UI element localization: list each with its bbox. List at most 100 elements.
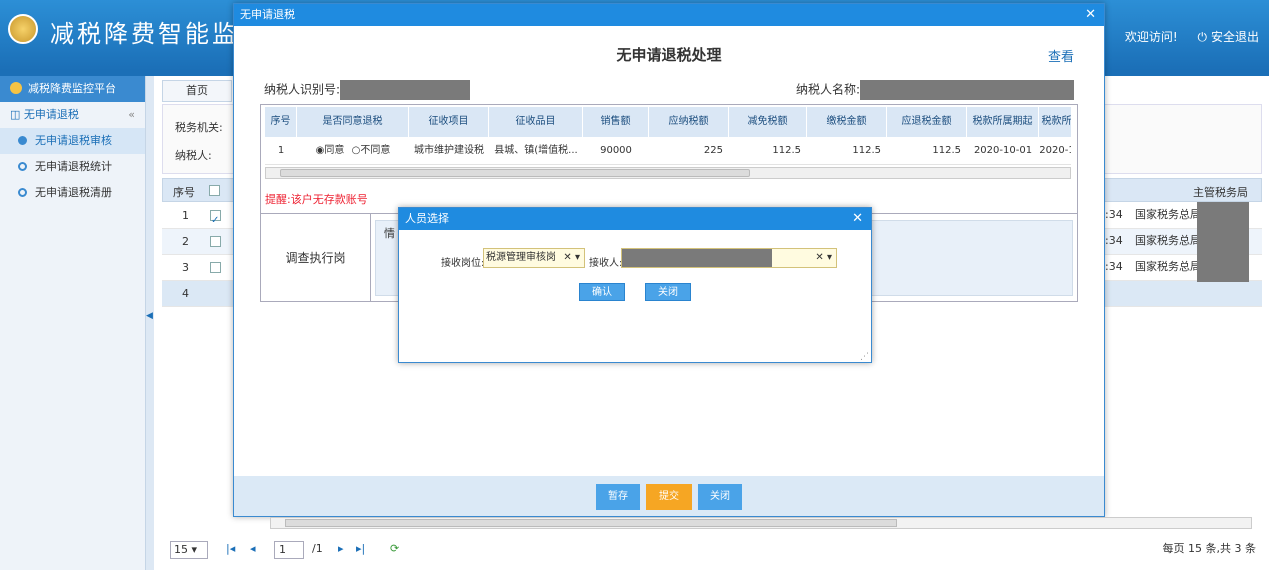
taxpayer-name-field: 纳税人名称: bbox=[796, 80, 1075, 100]
chevron-up-icon: « bbox=[128, 108, 135, 121]
receiver-combo[interactable]: ✕ ▾ bbox=[621, 248, 837, 268]
cell-payable: 225 bbox=[649, 137, 729, 165]
sidebar-item-register[interactable]: 无申请退税清册 bbox=[0, 180, 145, 206]
col-header: 税款所 bbox=[1039, 107, 1071, 137]
dialog-heading: 无申请退税处理 bbox=[616, 46, 722, 64]
grid-icon: ◫ bbox=[10, 108, 24, 121]
last-page-icon[interactable]: ▸| bbox=[356, 534, 365, 564]
bullet-icon bbox=[18, 188, 27, 197]
col-header: 序号 bbox=[265, 107, 297, 137]
taxpayer-id-label: 纳税人识别号: bbox=[264, 82, 341, 97]
col-header: 应退税金额 bbox=[887, 107, 967, 137]
row-time: :34 bbox=[1105, 260, 1123, 273]
confirm-button[interactable]: 确认 bbox=[579, 283, 625, 301]
select-all-checkbox[interactable] bbox=[209, 185, 220, 196]
row-seq: 2 bbox=[182, 235, 189, 248]
investigation-text: 情 bbox=[384, 227, 395, 240]
row-checkbox[interactable] bbox=[210, 208, 221, 234]
dialog-titlebar: 无申请退税 ✕ bbox=[234, 4, 1104, 26]
page-input[interactable]: 1 bbox=[274, 541, 304, 559]
post-combo[interactable]: 税源管理审核岗 ✕ ▾ bbox=[483, 248, 585, 268]
row-time: :34 bbox=[1105, 208, 1123, 221]
sidebar-section[interactable]: ◫ 无申请退税 « bbox=[0, 102, 145, 128]
grid-head-seq: 序号 bbox=[173, 186, 195, 199]
row-checkbox[interactable] bbox=[210, 262, 221, 273]
page-total: /1 bbox=[312, 542, 323, 555]
save-draft-button[interactable]: 暂存 bbox=[596, 484, 640, 510]
power-icon: ⏻ bbox=[1197, 30, 1207, 44]
cell-period-end: 2020-1 bbox=[1039, 137, 1071, 165]
scroll-thumb[interactable] bbox=[280, 169, 750, 177]
welcome-text: 欢迎访问! bbox=[1124, 30, 1178, 44]
reminder-text: 提醒:该户无存款账号 bbox=[265, 193, 368, 206]
cell-sales: 90000 bbox=[583, 137, 649, 165]
platform-icon bbox=[10, 82, 22, 94]
col-header: 征收品目 bbox=[489, 107, 583, 137]
page-size-select[interactable]: 15 ▾ bbox=[170, 541, 208, 559]
dialog-title: 无申请退税 bbox=[240, 8, 295, 21]
person-close-button[interactable]: 关闭 bbox=[645, 283, 691, 301]
cell-seq: 1 bbox=[265, 137, 297, 165]
sidebar-section-label: 无申请退税 bbox=[23, 108, 79, 121]
disagree-radio[interactable]: ○不同意 bbox=[352, 145, 391, 156]
cell-item: 城市维护建设税 bbox=[409, 137, 489, 165]
investigation-label: 调查执行岗 bbox=[261, 214, 371, 302]
main-hscrollbar[interactable] bbox=[270, 517, 1252, 529]
first-page-icon[interactable]: |◂ bbox=[226, 534, 235, 564]
prev-page-icon[interactable]: ◂ bbox=[250, 534, 256, 564]
agree-radio-group: ◉同意 ○不同意 bbox=[297, 137, 409, 165]
sidebar-item-audit[interactable]: 无申请退税审核 bbox=[0, 128, 145, 154]
tab-home[interactable]: 首页 bbox=[162, 80, 232, 102]
sidebar-item-label: 无申请退税统计 bbox=[35, 160, 112, 173]
disagree-label: 不同意 bbox=[360, 145, 391, 156]
col-header: 应纳税额 bbox=[649, 107, 729, 137]
cell-reduction: 112.5 bbox=[729, 137, 807, 165]
sidebar-item-label: 无申请退税清册 bbox=[35, 186, 112, 199]
agree-label: 同意 bbox=[324, 145, 345, 156]
next-page-icon[interactable]: ▸ bbox=[338, 534, 344, 564]
sidebar-collapse-handle[interactable]: ◀ bbox=[146, 76, 154, 570]
cell-sub-item: 县城、镇(增值税... bbox=[489, 137, 583, 165]
emblem-logo-icon bbox=[8, 14, 38, 44]
row-checkbox[interactable] bbox=[210, 236, 221, 247]
redacted-block bbox=[1197, 202, 1249, 282]
col-header: 是否同意退税 bbox=[297, 107, 409, 137]
col-header: 减免税额 bbox=[729, 107, 807, 137]
agree-radio[interactable]: ◉同意 bbox=[316, 145, 345, 156]
cell-period-start: 2020-10-01 bbox=[967, 137, 1039, 165]
view-link[interactable]: 查看 bbox=[1048, 46, 1074, 65]
logout-button[interactable]: ⏻ 安全退出 bbox=[1197, 30, 1259, 44]
submit-button[interactable]: 提交 bbox=[646, 484, 692, 510]
col-header: 缴税金额 bbox=[807, 107, 887, 137]
bullet-icon bbox=[18, 136, 27, 145]
refresh-icon[interactable]: ⟳ bbox=[390, 534, 399, 564]
row-authority: 国家税务总局 bbox=[1135, 208, 1201, 221]
taxpayer-name-redacted bbox=[860, 80, 1075, 100]
close-icon[interactable]: ✕ bbox=[852, 208, 863, 230]
grid-head-authority: 主管税务局 bbox=[1193, 186, 1248, 199]
row-time: :34 bbox=[1105, 234, 1123, 247]
scroll-thumb[interactable] bbox=[285, 519, 897, 527]
pager: 15 ▾ |◂ ◂ 1 /1 ▸ ▸| ⟳ 每页 15 条,共 3 条 bbox=[162, 534, 1262, 564]
filter-taxpayer-label: 纳税人: bbox=[175, 149, 212, 162]
row-authority: 国家税务总局 bbox=[1135, 260, 1201, 273]
refund-table: 序号 是否同意退税 征收项目 征收品目 销售额 应纳税额 减免税额 缴税金额 应… bbox=[265, 107, 1071, 167]
resize-grip-icon[interactable]: ⋰ bbox=[860, 352, 869, 362]
close-icon[interactable]: ✕ bbox=[1085, 4, 1096, 26]
col-header: 征收项目 bbox=[409, 107, 489, 137]
sidebar: 减税降费监控平台 ◫ 无申请退税 « 无申请退税审核 无申请退税统计 无申请退税清… bbox=[0, 76, 146, 570]
sidebar-item-label: 无申请退税审核 bbox=[35, 134, 112, 147]
taxpayer-name-label: 纳税人名称: bbox=[796, 82, 861, 97]
col-header: 销售额 bbox=[583, 107, 649, 137]
clear-dropdown-icon[interactable]: ✕ ▾ bbox=[563, 249, 580, 267]
cell-paid: 112.5 bbox=[807, 137, 887, 165]
clear-dropdown-icon[interactable]: ✕ ▾ bbox=[815, 249, 832, 267]
row-seq: 1 bbox=[182, 209, 189, 222]
sidebar-item-stats[interactable]: 无申请退税统计 bbox=[0, 154, 145, 180]
sidebar-platform-label: 减税降费监控平台 bbox=[28, 82, 116, 95]
table-hscrollbar[interactable] bbox=[265, 167, 1071, 179]
close-button[interactable]: 关闭 bbox=[698, 484, 742, 510]
sidebar-platform[interactable]: 减税降费监控平台 bbox=[0, 76, 145, 102]
pager-summary: 每页 15 条,共 3 条 bbox=[1162, 542, 1256, 555]
col-header: 税款所属期起 bbox=[967, 107, 1039, 137]
